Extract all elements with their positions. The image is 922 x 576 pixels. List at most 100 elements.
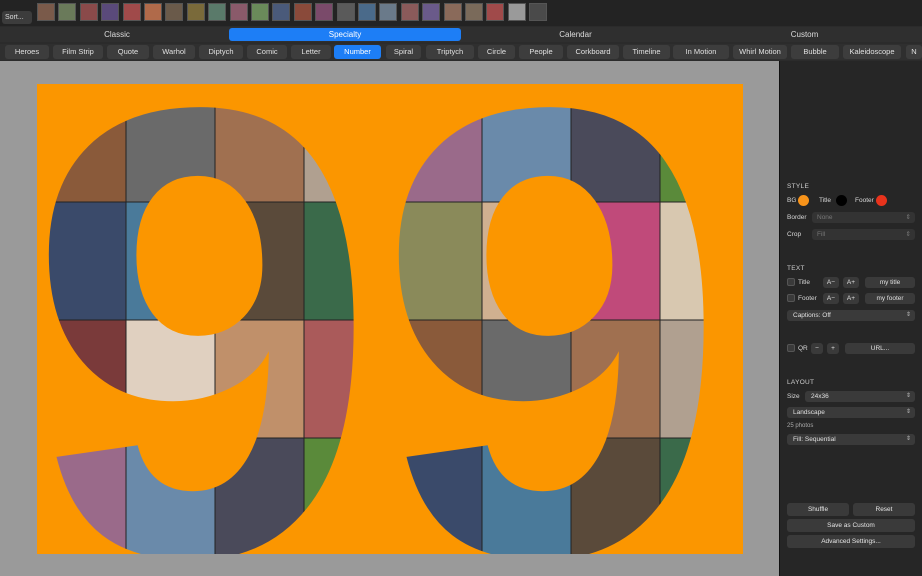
tab-calendar[interactable]: Calendar <box>461 28 690 41</box>
photo-thumbnail[interactable] <box>229 3 248 21</box>
title-font-increase-button[interactable]: A+ <box>843 277 859 288</box>
layout-tab-circle[interactable]: Circle <box>478 45 515 59</box>
orientation-select[interactable]: Landscape ⇕ <box>787 407 915 418</box>
photo-tile[interactable] <box>125 319 216 439</box>
photo-thumbnail[interactable] <box>272 3 291 21</box>
photo-tile[interactable] <box>481 84 572 203</box>
layout-tab-number[interactable]: Number <box>334 45 381 59</box>
photo-tile[interactable] <box>303 319 394 439</box>
photo-tile[interactable] <box>303 84 394 203</box>
tab-classic[interactable]: Classic <box>5 28 229 41</box>
photo-thumbnail[interactable] <box>529 3 548 21</box>
photo-thumbnail[interactable] <box>422 3 441 21</box>
photo-tile[interactable] <box>392 84 483 203</box>
footer-checkbox[interactable] <box>787 294 795 302</box>
fill-mode-select[interactable]: Fill: Sequential ⇕ <box>787 434 915 445</box>
photo-tile[interactable] <box>570 319 661 439</box>
footer-text-field[interactable]: my footer <box>865 293 915 304</box>
photo-tile[interactable] <box>125 201 216 321</box>
photo-thumbnail[interactable] <box>208 3 227 21</box>
advanced-settings-button[interactable]: Advanced Settings... <box>787 535 915 548</box>
photo-thumbnail[interactable] <box>79 3 98 21</box>
tab-custom[interactable]: Custom <box>690 28 919 41</box>
layout-tab-diptych[interactable]: Diptych <box>199 45 243 59</box>
border-select[interactable]: None ⇕ <box>812 212 915 223</box>
qr-checkbox[interactable] <box>787 344 795 352</box>
photo-tile[interactable] <box>214 84 305 203</box>
photo-thumbnail[interactable] <box>315 3 334 21</box>
layout-tab-triptych[interactable]: Triptych <box>426 45 474 59</box>
layout-tab-n[interactable]: N <box>906 45 922 59</box>
layout-tab-letter[interactable]: Letter <box>291 45 331 59</box>
photo-tile[interactable] <box>659 201 743 321</box>
photo-thumbnail[interactable] <box>336 3 355 21</box>
photo-tile[interactable] <box>125 84 216 203</box>
photo-thumbnail[interactable] <box>486 3 505 21</box>
footer-font-increase-button[interactable]: A+ <box>843 293 859 304</box>
layout-tab-warhol[interactable]: Warhol <box>153 45 195 59</box>
photo-tile[interactable] <box>37 201 127 321</box>
url-button[interactable]: URL... <box>845 343 915 354</box>
photo-thumbnail[interactable] <box>122 3 141 21</box>
footer-font-decrease-button[interactable]: A− <box>823 293 839 304</box>
reset-button[interactable]: Reset <box>853 503 915 516</box>
layout-tab-in-motion[interactable]: In Motion <box>673 45 729 59</box>
title-text-field[interactable]: my title <box>865 277 915 288</box>
photo-tile[interactable] <box>392 437 483 554</box>
photo-thumbnail[interactable] <box>400 3 419 21</box>
layout-tab-kaleidoscope[interactable]: Kaleidoscope <box>843 45 901 59</box>
photo-tile[interactable] <box>392 201 483 321</box>
photo-tile[interactable] <box>125 437 216 554</box>
photo-thumbnail[interactable] <box>101 3 120 21</box>
layout-tab-quote[interactable]: Quote <box>107 45 149 59</box>
qr-minus-button[interactable]: − <box>811 343 823 354</box>
shuffle-button[interactable]: Shuffle <box>787 503 849 516</box>
photo-tile[interactable] <box>37 84 127 203</box>
layout-tab-bubble[interactable]: Bubble <box>791 45 839 59</box>
photo-thumbnail[interactable] <box>443 3 462 21</box>
photo-tile[interactable] <box>214 201 305 321</box>
photo-tile[interactable] <box>481 319 572 439</box>
photo-tile[interactable] <box>570 437 661 554</box>
captions-select[interactable]: Captions: Off ⇕ <box>787 310 915 321</box>
layout-tab-heroes[interactable]: Heroes <box>5 45 49 59</box>
photo-tile[interactable] <box>303 437 394 554</box>
bg-color-swatch[interactable] <box>798 195 809 206</box>
layout-tab-people[interactable]: People <box>519 45 563 59</box>
photo-tile[interactable] <box>481 437 572 554</box>
photo-thumbnail[interactable] <box>293 3 312 21</box>
photo-tile[interactable] <box>214 319 305 439</box>
layout-tab-timeline[interactable]: Timeline <box>623 45 670 59</box>
sort-button[interactable]: Sort... <box>2 11 32 24</box>
photo-tile[interactable] <box>481 201 572 321</box>
save-as-custom-button[interactable]: Save as Custom <box>787 519 915 532</box>
layout-tab-whirl-motion[interactable]: Whirl Motion <box>733 45 787 59</box>
photo-tile[interactable] <box>214 437 305 554</box>
photo-thumbnail[interactable] <box>186 3 205 21</box>
tab-specialty[interactable]: Specialty <box>229 28 461 41</box>
photo-thumbnail[interactable] <box>165 3 184 21</box>
size-select[interactable]: 24x36 ⇕ <box>805 391 915 402</box>
photo-thumbnail[interactable] <box>358 3 376 21</box>
footer-color-swatch[interactable] <box>876 195 887 206</box>
photo-thumbnail[interactable] <box>144 3 162 21</box>
title-color-swatch[interactable] <box>836 195 847 206</box>
layout-tab-corkboard[interactable]: Corkboard <box>567 45 619 59</box>
photo-thumbnail[interactable] <box>37 3 55 21</box>
photo-tile[interactable] <box>659 437 743 554</box>
photo-thumbnail[interactable] <box>507 3 526 21</box>
photo-thumbnail[interactable] <box>379 3 398 21</box>
photo-thumbnail[interactable] <box>58 3 77 21</box>
crop-select[interactable]: Fill ⇕ <box>812 229 915 240</box>
photo-tile[interactable] <box>303 201 394 321</box>
photo-tile[interactable] <box>37 437 127 554</box>
layout-tab-comic[interactable]: Comic <box>247 45 287 59</box>
qr-plus-button[interactable]: + <box>827 343 839 354</box>
layout-tab-film-strip[interactable]: Film Strip <box>53 45 103 59</box>
title-font-decrease-button[interactable]: A− <box>823 277 839 288</box>
photo-tile[interactable] <box>37 319 127 439</box>
photo-thumbnail[interactable] <box>465 3 483 21</box>
photo-tile[interactable] <box>570 201 661 321</box>
layout-tab-spiral[interactable]: Spiral <box>386 45 421 59</box>
photo-thumbnail[interactable] <box>251 3 269 21</box>
